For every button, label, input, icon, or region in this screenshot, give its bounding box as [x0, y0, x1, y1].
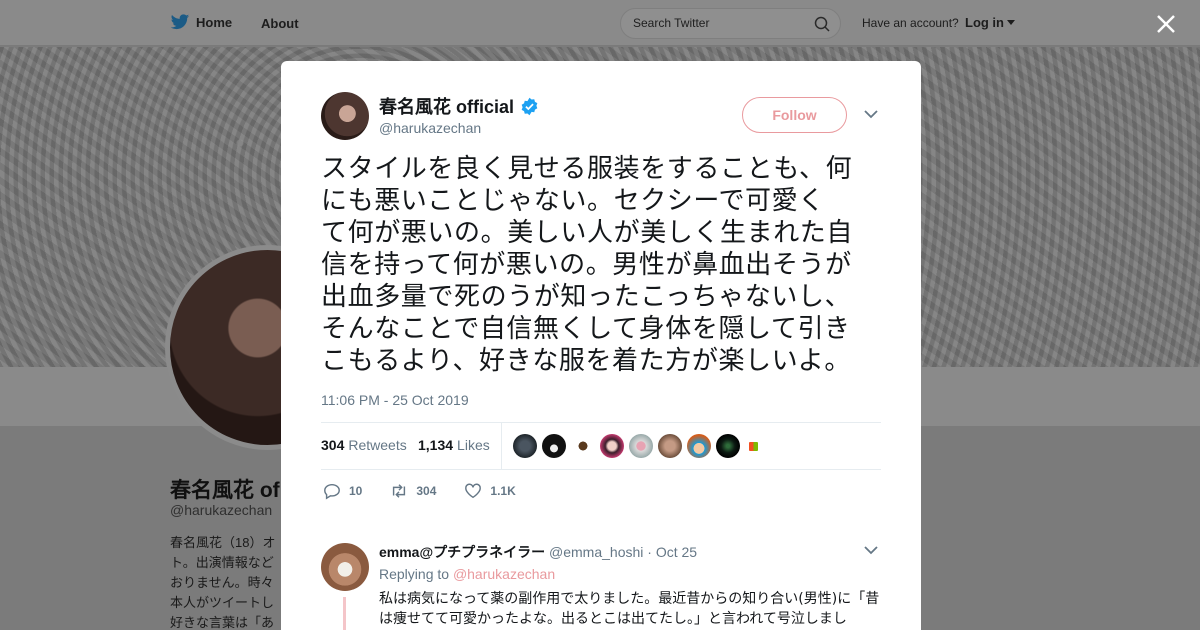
reply-author-name[interactable]: emma@プチプラネイラー	[379, 544, 545, 560]
tweet-stats: 304 Retweets 1,134 Likes	[321, 422, 881, 470]
bio-line: おりません。時々	[170, 575, 274, 590]
caret-down-icon	[1007, 20, 1015, 25]
chevron-down-icon[interactable]	[864, 545, 878, 555]
tweet-actions: 10 304 1.1K	[323, 482, 544, 500]
reply-date[interactable]: · Oct 25	[647, 544, 697, 560]
profile-name: 春名風花 of	[170, 479, 280, 502]
nav-home-label: Home	[196, 15, 233, 30]
retweet-action[interactable]: 304	[390, 482, 436, 500]
retweet-count: 304	[416, 484, 437, 498]
retweets-stat[interactable]: 304 Retweets	[321, 437, 407, 453]
chevron-down-icon[interactable]	[864, 109, 878, 119]
retweets-label: Retweets	[348, 437, 407, 453]
liker-avatar[interactable]	[749, 442, 758, 451]
tweet-text-line: にも悪いことじゃない。セクシーで可愛く	[321, 186, 825, 216]
thread-line	[343, 597, 346, 630]
likes-label: Likes	[457, 437, 490, 453]
likes-stat[interactable]: 1,134 Likes	[418, 437, 490, 453]
login-button[interactable]: Log in	[965, 15, 1015, 30]
reply-count: 10	[349, 484, 363, 498]
profile-bio: 春名風花（18）オ ト。出演情報など おりません。時々 本人がツイートし 好きな…	[170, 533, 280, 630]
tweet-timestamp[interactable]: 11:06 PM - 25 Oct 2019	[321, 392, 469, 408]
liker-avatar[interactable]	[658, 434, 682, 458]
retweet-icon	[393, 484, 406, 498]
tweet-text-line: 出血多量で死のうが知ったこっちゃないし、	[321, 282, 852, 312]
search-input[interactable]	[633, 16, 803, 30]
liker-avatar[interactable]	[716, 434, 740, 458]
search-icon[interactable]	[814, 16, 830, 32]
liker-avatar[interactable]	[629, 434, 653, 458]
liker-avatar[interactable]	[600, 434, 624, 458]
like-count: 1.1K	[490, 484, 516, 498]
follow-button[interactable]: Follow	[742, 97, 847, 133]
reply-icon	[324, 483, 340, 500]
heart-icon	[465, 483, 482, 499]
like-action[interactable]: 1.1K	[464, 482, 516, 500]
replying-prefix: Replying to	[379, 566, 450, 582]
liker-avatar[interactable]	[542, 434, 566, 458]
bio-line: ト。出演情報など	[170, 555, 274, 570]
liker-avatar[interactable]	[513, 434, 537, 458]
bio-line: 好きな言葉は「あ	[170, 615, 275, 630]
verified-badge-icon	[521, 97, 538, 115]
replying-mention[interactable]: @harukazechan	[453, 566, 555, 582]
profile-handle: @harukazechan	[170, 502, 273, 518]
account-prompt: Have an account?	[862, 16, 959, 30]
nav-about-link[interactable]: About	[261, 16, 299, 31]
tweet-text-line: スタイルを良く見せる服装をすることも、何	[321, 154, 853, 184]
liker-avatar[interactable]	[571, 434, 595, 458]
top-navigation: Home About Have an account? Log in	[0, 0, 1200, 46]
login-label: Log in	[965, 15, 1004, 30]
reply-text-line: は痩せてて可愛かったよな。出るとこは出てたし。」と言われて号泣しまし	[379, 611, 847, 627]
author-name-text: 春名風花 official	[379, 97, 515, 117]
tweet-author-handle[interactable]: @harukazechan	[379, 120, 481, 136]
search-box[interactable]	[620, 8, 841, 39]
reply-text: 私は病気になって薬の副作用で太りました。最近昔からの知り合い(男性)に「昔 は痩…	[379, 589, 884, 629]
tweet-author-name[interactable]: 春名風花 official	[379, 93, 539, 119]
liker-avatars	[513, 434, 758, 458]
replying-to: Replying to @harukazechan	[379, 566, 555, 582]
close-icon[interactable]	[1156, 14, 1176, 34]
reply-action[interactable]: 10	[323, 482, 362, 500]
tweet-text-line: 信を持って何が悪いの。男性が鼻血出そうが	[321, 250, 852, 280]
reply-header: emma@プチプラネイラー @emma_hoshi · Oct 25	[379, 542, 697, 562]
twitter-bird-icon	[170, 14, 190, 30]
reply-author-handle[interactable]: @emma_hoshi	[549, 544, 643, 560]
tweet-text-line: て何が悪いの。美しい人が美しく生まれた自	[321, 218, 854, 248]
stats-divider	[501, 423, 502, 470]
likes-count: 1,134	[418, 437, 454, 453]
tweet-text: スタイルを良く見せる服装をすることも、何 にも悪いことじゃない。セクシーで可愛く…	[321, 153, 883, 377]
tweet-modal: 春名風花 official @harukazechan Follow スタイルを…	[281, 61, 921, 630]
bio-line: 本人がツイートし	[170, 595, 275, 610]
nav-home-link[interactable]: Home	[170, 14, 232, 31]
tweet-text-line: そんなことで自信無くして身体を隠して引き	[321, 314, 851, 344]
bio-line: 春名風花（18）オ	[170, 535, 276, 550]
liker-avatar[interactable]	[687, 434, 711, 458]
retweets-count: 304	[321, 437, 345, 453]
tweet-text-line: こもるより、好きな服を着た方が楽しいよ。	[321, 346, 851, 376]
tweet-author-avatar[interactable]	[321, 92, 369, 140]
reply-author-avatar[interactable]	[321, 543, 369, 591]
reply-text-line: 私は病気になって薬の副作用で太りました。最近昔からの知り合い(男性)に「昔	[379, 591, 880, 607]
